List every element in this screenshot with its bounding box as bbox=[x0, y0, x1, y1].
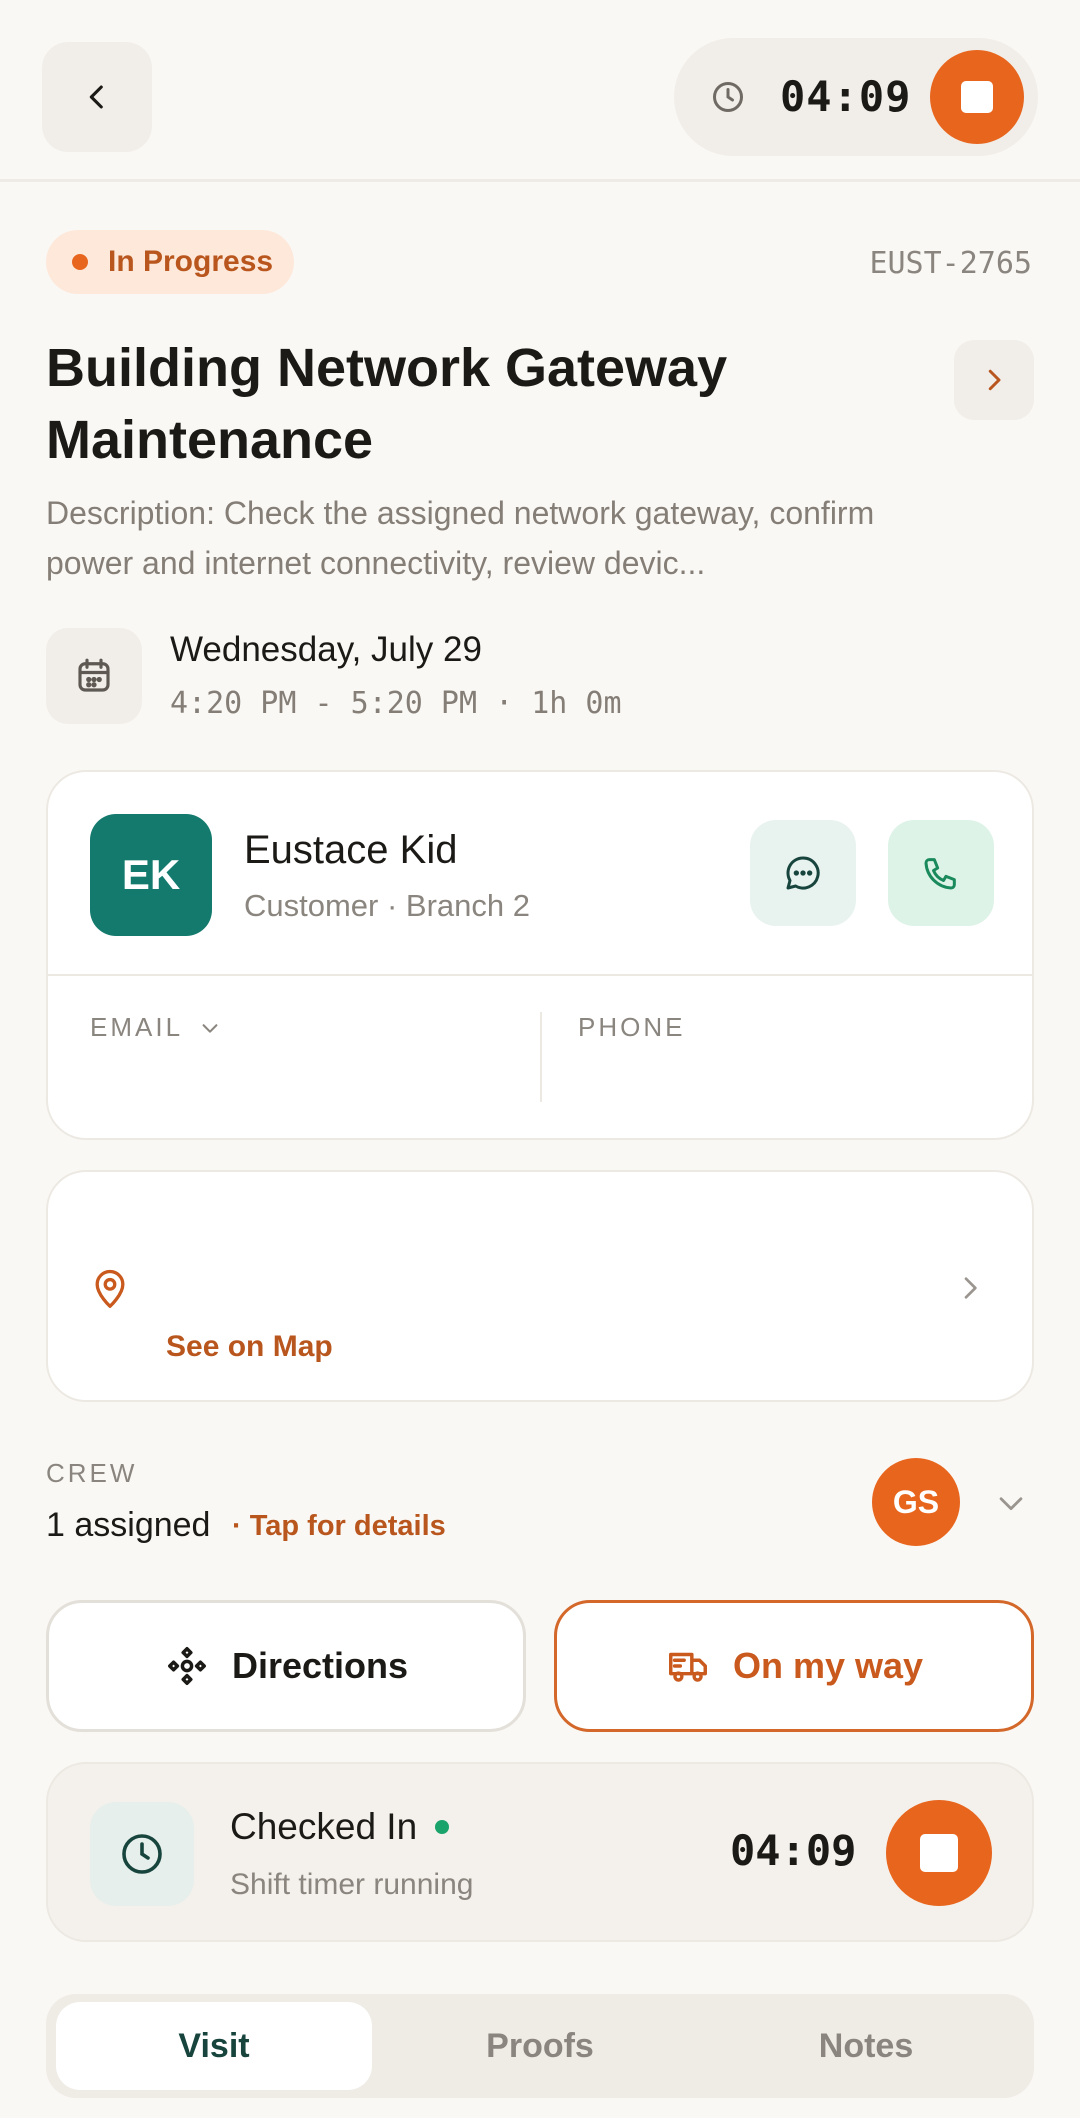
on-my-way-button[interactable]: On my way bbox=[554, 1600, 1034, 1732]
calendar-badge bbox=[46, 628, 142, 724]
column-divider bbox=[540, 1012, 542, 1102]
crew-avatar[interactable]: GS bbox=[872, 1458, 960, 1546]
customer-subtitle: Customer · Branch 2 bbox=[244, 888, 530, 923]
status-text: In Progress bbox=[108, 245, 274, 278]
truck-icon bbox=[668, 1652, 707, 1682]
directions-button[interactable]: Directions bbox=[46, 1600, 526, 1732]
phone-label: PHONE bbox=[578, 1012, 686, 1042]
directions-label: Directions bbox=[231, 1645, 409, 1686]
clock-icon bbox=[713, 82, 743, 112]
tab-bar: Visit Proofs Notes bbox=[46, 1994, 1034, 2098]
tab-visit[interactable]: Visit bbox=[56, 2002, 372, 2090]
email-toggle[interactable]: EMAIL bbox=[90, 1012, 221, 1043]
see-on-map-link[interactable]: See on Map bbox=[166, 1330, 333, 1364]
checkin-card: Checked In Shift timer running 04:09 bbox=[46, 1762, 1034, 1942]
job-date: Wednesday, July 29 bbox=[170, 630, 482, 669]
checkin-badge bbox=[90, 1802, 194, 1906]
header-stop-button[interactable] bbox=[930, 50, 1024, 144]
checkin-subtitle: Shift timer running bbox=[230, 1868, 474, 1901]
stop-icon bbox=[961, 81, 993, 113]
customer-name: Eustace Kid bbox=[244, 828, 458, 872]
job-id: EUST-2765 bbox=[869, 246, 1032, 281]
job-details-button[interactable] bbox=[954, 340, 1034, 420]
call-button[interactable] bbox=[888, 820, 994, 926]
phone-icon bbox=[924, 858, 956, 890]
crew-label: CREW bbox=[46, 1458, 138, 1488]
chat-bubble-icon bbox=[786, 856, 820, 890]
header-timer-value: 04:09 bbox=[780, 72, 912, 121]
card-divider bbox=[48, 974, 1032, 976]
email-label: EMAIL bbox=[90, 1012, 184, 1042]
back-button[interactable] bbox=[42, 42, 152, 152]
location-card[interactable]: See on Map bbox=[46, 1170, 1034, 1402]
calendar-icon bbox=[78, 658, 110, 692]
message-button[interactable] bbox=[750, 820, 856, 926]
stop-icon bbox=[920, 1834, 958, 1872]
chevron-right-icon bbox=[988, 369, 1001, 391]
page-title: Building Network Gateway Maintenance bbox=[46, 338, 728, 470]
checkin-title: Checked In bbox=[230, 1806, 450, 1848]
tab-notes[interactable]: Notes bbox=[708, 2002, 1024, 2090]
on-my-way-label: On my way bbox=[732, 1645, 924, 1686]
directions-icon bbox=[167, 1647, 206, 1685]
tab-proofs[interactable]: Proofs bbox=[382, 2002, 698, 2090]
chevron-down-icon[interactable] bbox=[994, 1486, 1028, 1520]
status-badge: In Progress bbox=[46, 230, 294, 294]
job-description: Description: Check the assigned network … bbox=[46, 495, 875, 581]
header-timer: 04:09 bbox=[674, 38, 1038, 156]
checkin-timer: 04:09 bbox=[730, 1826, 857, 1875]
chevron-right-icon bbox=[964, 1277, 977, 1299]
customer-avatar: EK bbox=[90, 814, 212, 936]
customer-card: EK Eustace Kid Customer · Branch 2 EMAIL… bbox=[46, 770, 1034, 1140]
checkin-stop-button[interactable] bbox=[886, 1800, 992, 1906]
top-bar: 04:09 bbox=[0, 0, 1080, 182]
chevron-down-icon bbox=[202, 1023, 218, 1033]
job-time-range: 4:20 PM - 5:20 PM · 1h 0m bbox=[170, 686, 622, 721]
crew-details-link[interactable]: · Tap for details bbox=[232, 1510, 446, 1543]
status-dot bbox=[72, 254, 88, 270]
checkin-title-text: Checked In bbox=[230, 1806, 418, 1847]
crew-count: 1 assigned bbox=[46, 1506, 211, 1544]
active-dot bbox=[435, 1820, 450, 1834]
chevron-left-icon bbox=[89, 85, 103, 109]
map-pin-icon bbox=[95, 1269, 125, 1308]
clock-icon bbox=[122, 1834, 162, 1874]
